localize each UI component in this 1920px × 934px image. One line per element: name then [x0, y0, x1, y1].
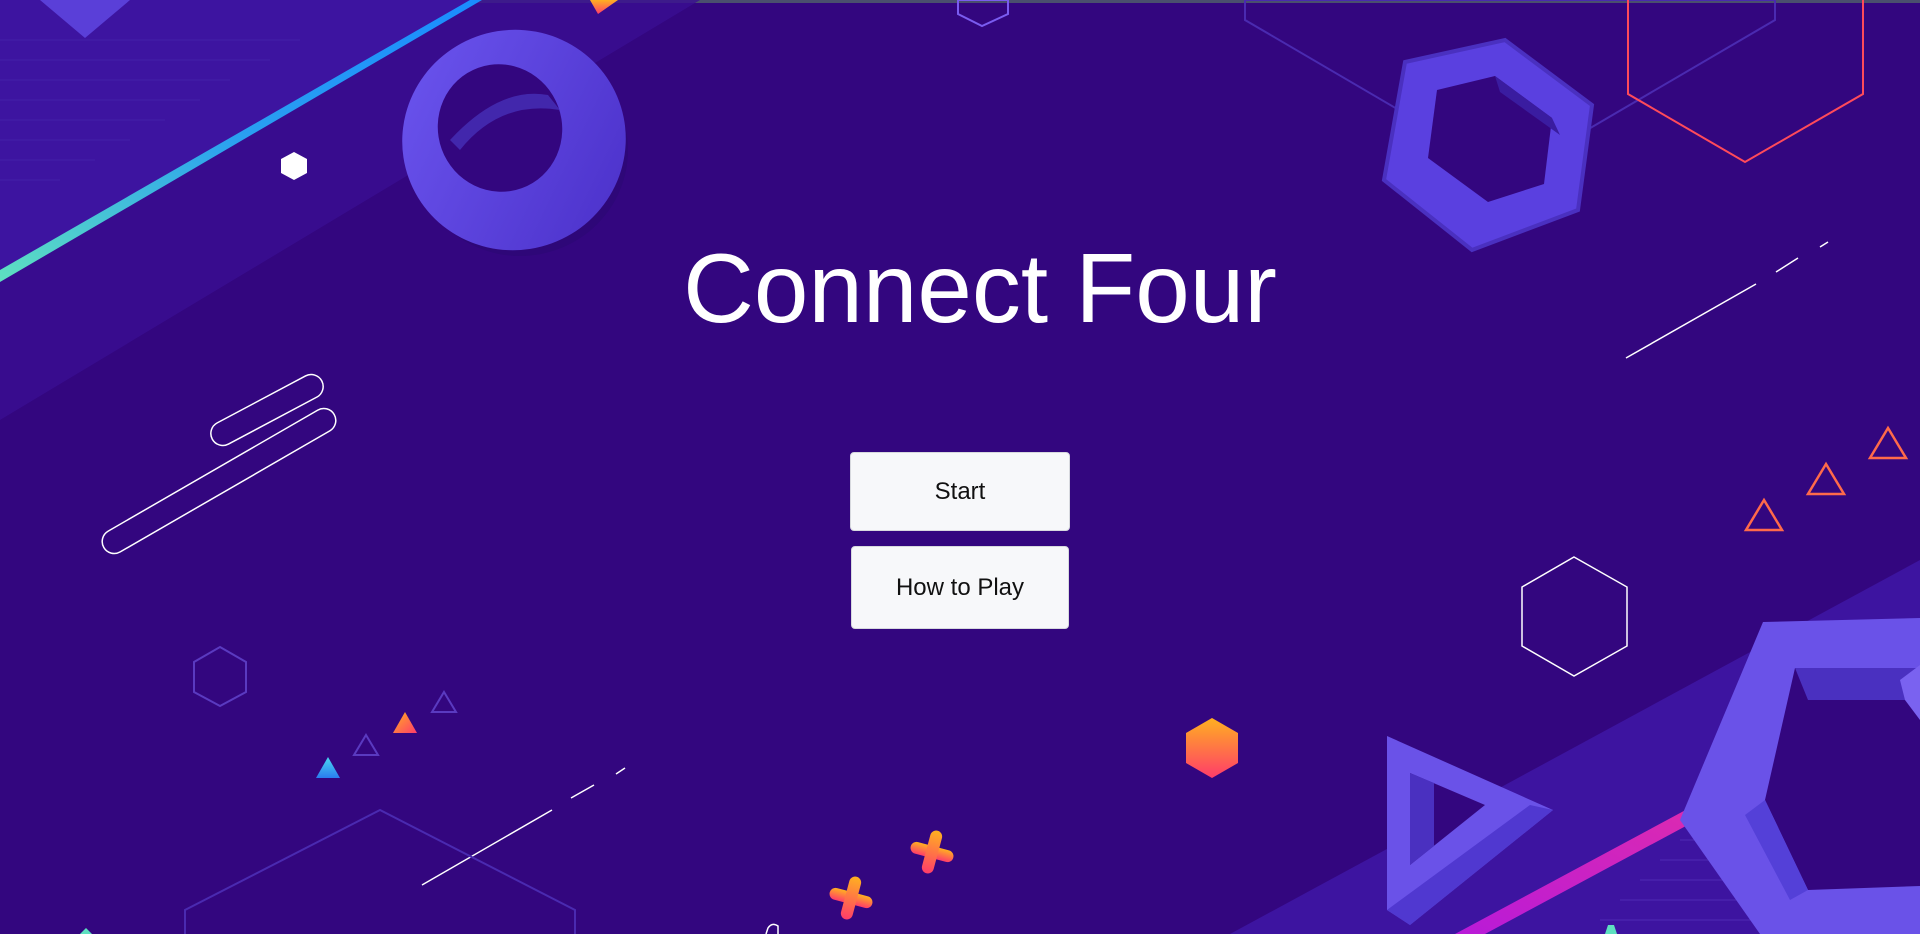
start-button[interactable]: Start — [850, 452, 1070, 531]
curl-line-shape — [765, 923, 779, 934]
teal-fragment-shape — [80, 928, 92, 934]
orange-hexagon-shape — [1186, 718, 1238, 778]
white-hex-outline-shape — [1521, 556, 1628, 677]
triangle-outline-shape — [430, 690, 458, 713]
small-hex-outline-shape — [957, 0, 1009, 28]
game-title: Connect Four — [683, 233, 1277, 343]
hexagon-frame-shape — [1381, 37, 1595, 253]
faint-large-hex-shape — [184, 808, 576, 934]
faint-small-hex-shape — [193, 645, 247, 708]
main-menu-screen: Connect Four Start How to Play — [0, 0, 1920, 934]
cyan-triangle-shape — [316, 757, 340, 778]
orange-cross-shapes — [829, 830, 954, 920]
orange-triangle-shape — [393, 712, 417, 733]
red-hex-outline-shape — [1627, 0, 1864, 164]
orange-triangle-outlines — [1743, 425, 1909, 532]
dashed-line-left — [421, 767, 626, 886]
triangle-outline-shape-2 — [352, 733, 380, 756]
how-to-play-button[interactable]: How to Play — [851, 546, 1069, 629]
capsule-outlines — [101, 373, 337, 555]
main-menu: Start How to Play — [850, 452, 1070, 644]
